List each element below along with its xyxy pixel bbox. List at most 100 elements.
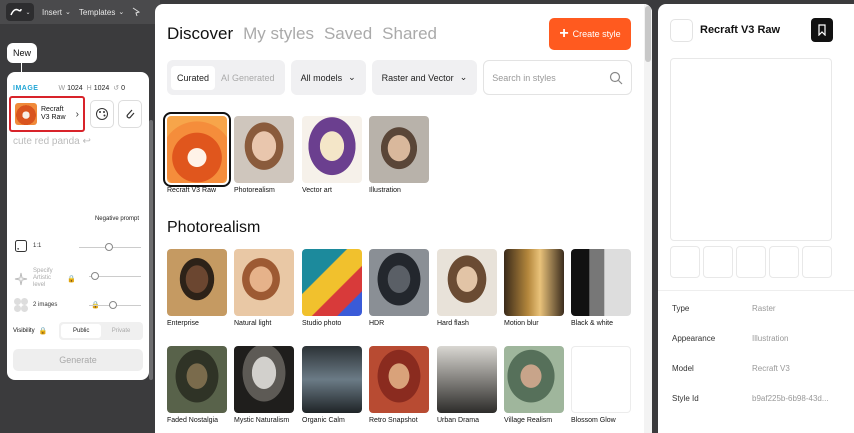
image-settings-row: IMAGE W 1024 H 1024 ↺ 0 — [13, 84, 143, 93]
preview-thumbnail[interactable] — [703, 246, 733, 278]
bookmark-button[interactable] — [811, 18, 833, 42]
chevron-down-icon: ⌄ — [25, 9, 31, 16]
tab-my-styles[interactable]: My styles — [243, 24, 314, 44]
ai-generated-option[interactable]: AI Generated — [215, 66, 281, 90]
curation-toggle[interactable]: Curated AI Generated — [167, 60, 285, 95]
paperclip-icon — [126, 109, 135, 119]
style-thumbnail — [369, 116, 429, 183]
prompt-input[interactable]: cute red panda ↩ — [13, 136, 91, 147]
style-thumbnail — [163, 112, 231, 187]
palette-icon — [96, 108, 108, 120]
image-label: IMAGE — [13, 84, 39, 92]
style-palette-button[interactable] — [90, 100, 114, 128]
aspect-ratio-slider[interactable] — [79, 243, 141, 251]
height-field[interactable]: H 1024 — [87, 85, 110, 92]
style-card[interactable]: Natural light — [234, 249, 294, 327]
tab-saved[interactable]: Saved — [324, 24, 372, 44]
visibility-row: Visibility 🔒 Public Private — [13, 322, 143, 340]
style-card[interactable]: Blossom Glow — [571, 346, 631, 424]
attach-button[interactable] — [118, 100, 142, 128]
style-card[interactable]: Faded Nostalgia — [167, 346, 227, 424]
aspect-ratio-setting[interactable]: 1:1 — [13, 238, 141, 254]
styles-scrollbar[interactable] — [644, 4, 652, 433]
style-thumbnail — [369, 249, 429, 316]
create-style-button[interactable]: + Create style — [549, 18, 631, 50]
canvas-scrollbar[interactable] — [149, 120, 153, 380]
chevron-down-icon: ⌄ — [459, 72, 468, 82]
visibility-private[interactable]: Private — [101, 324, 141, 338]
generate-button[interactable]: Generate — [13, 349, 143, 371]
models-dropdown[interactable]: All models ⌄ — [290, 60, 366, 95]
width-field[interactable]: W 1024 — [58, 85, 82, 92]
preview-thumbnail[interactable] — [769, 246, 799, 278]
style-thumbnail — [437, 346, 497, 413]
style-thumbnail — [302, 249, 362, 316]
preview-thumbnail[interactable] — [736, 246, 766, 278]
artistic-level-setting[interactable]: Specify Artistic level 🔒 — [13, 268, 141, 289]
style-card-vector-art[interactable]: Vector art — [302, 116, 362, 194]
style-card[interactable]: Studio photo — [302, 249, 362, 327]
chevron-down-icon: ⌄ — [65, 9, 71, 16]
cursor-tool-icon[interactable] — [132, 7, 141, 17]
tab-discover[interactable]: Discover — [167, 24, 233, 44]
negative-prompt-link[interactable]: Negative prompt — [95, 216, 139, 222]
app-menu-button[interactable]: ⌄ — [6, 3, 34, 21]
style-card[interactable]: Urban Drama — [437, 346, 497, 424]
visibility-toggle[interactable]: Public Private — [59, 322, 143, 340]
style-thumbnail — [234, 116, 294, 183]
tab-shared[interactable]: Shared — [382, 24, 437, 44]
detail-row-model: Model Recraft V3 — [672, 364, 790, 373]
connector-line — [21, 63, 22, 72]
search-icon — [610, 71, 623, 84]
slider-knob[interactable] — [105, 243, 113, 251]
style-tabs: Discover My styles Saved Shared — [167, 24, 437, 44]
filter-bar: Curated AI Generated All models ⌄ Raster… — [167, 60, 633, 95]
visibility-public[interactable]: Public — [61, 324, 102, 338]
style-card[interactable]: Retro Snapshot — [369, 346, 429, 424]
insert-menu[interactable]: Insert ⌄ — [42, 8, 71, 17]
preview-thumbnails — [670, 246, 832, 278]
styles-browser: Discover My styles Saved Shared + Create… — [155, 4, 652, 433]
bookmark-icon — [818, 24, 826, 36]
model-thumbnail — [15, 103, 37, 125]
templates-menu[interactable]: Templates ⌄ — [79, 8, 124, 17]
style-thumbnail — [234, 249, 294, 316]
styles-search-input[interactable]: Search in styles — [483, 60, 633, 95]
style-thumbnail — [302, 346, 362, 413]
lock-icon: 🔒 — [67, 275, 76, 283]
style-details-panel: Recraft V3 Raw Type Raster Appearance Illu… — [658, 4, 854, 433]
style-preview — [670, 58, 832, 241]
style-card[interactable]: Village Realism — [504, 346, 564, 424]
model-name: Recraft V3 Raw — [41, 106, 66, 121]
sparkle-icon — [13, 271, 29, 287]
generation-panel: IMAGE W 1024 H 1024 ↺ 0 Recraft V3 Raw › cu… — [7, 72, 149, 380]
section-title-photorealism: Photorealism — [167, 219, 261, 236]
slider-knob[interactable] — [91, 272, 99, 280]
style-thumbnail — [302, 116, 362, 183]
new-frame-tab[interactable]: New — [7, 43, 37, 63]
artistic-level-slider[interactable] — [89, 272, 141, 280]
seed-field[interactable]: ↺ 0 — [113, 84, 125, 93]
type-dropdown[interactable]: Raster and Vector ⌄ — [371, 60, 478, 95]
preview-thumbnail[interactable] — [802, 246, 832, 278]
style-card[interactable]: Hard flash — [437, 249, 497, 327]
style-thumbnail — [437, 249, 497, 316]
style-card[interactable]: Black & white — [571, 249, 631, 327]
style-card[interactable]: Organic Calm — [302, 346, 362, 424]
style-card[interactable]: Mystic Naturalism — [234, 346, 294, 424]
chevron-down-icon: ⌄ — [118, 9, 125, 16]
model-selector[interactable]: Recraft V3 Raw › — [9, 96, 85, 132]
chevron-down-icon: ⌄ — [348, 72, 356, 82]
slider-knob[interactable] — [109, 301, 117, 309]
style-card[interactable]: HDR — [369, 249, 429, 327]
preview-thumbnail[interactable] — [670, 246, 700, 278]
style-card[interactable]: Enterprise — [167, 249, 227, 327]
image-count-slider[interactable] — [89, 301, 141, 309]
style-card-illustration[interactable]: Illustration — [369, 116, 429, 194]
curated-option[interactable]: Curated — [171, 65, 216, 90]
style-card-photorealism[interactable]: Photorealism — [234, 116, 294, 194]
scrollbar-thumb[interactable] — [645, 6, 651, 62]
style-title: Recraft V3 Raw — [700, 24, 781, 36]
style-card[interactable]: Motion blur — [504, 249, 564, 327]
style-card-recraft-v3-raw[interactable]: Recraft V3 Raw — [163, 112, 231, 194]
